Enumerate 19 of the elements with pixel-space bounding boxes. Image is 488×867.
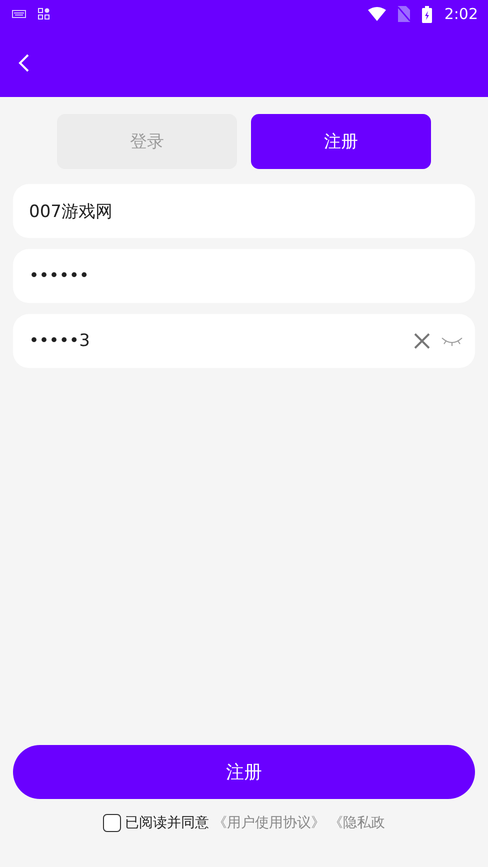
back-icon[interactable] [18,52,30,72]
field-text[interactable]: •••••3 [27,330,403,352]
keyboard-icon [12,10,26,18]
grid-icon [38,8,50,20]
field-text[interactable]: 007游戏网 [27,200,463,222]
close-icon[interactable] [413,332,431,350]
closed-eye-icon[interactable] [441,335,463,347]
agreement-text: 已阅读并同意 [125,814,209,832]
wifi-icon [368,7,386,21]
status-time: 2:02 [444,5,478,23]
battery-icon [422,6,432,22]
agree-checkbox[interactable] [103,814,121,832]
input-field[interactable]: •••••• [13,249,475,303]
no-sim-icon [398,6,410,22]
input-field[interactable]: 007游戏网 [13,184,475,238]
input-field[interactable]: •••••3 [13,314,475,368]
register-button[interactable]: 注册 [13,745,475,799]
tab[interactable]: 注册 [251,114,431,169]
field-text[interactable]: •••••• [27,265,463,287]
